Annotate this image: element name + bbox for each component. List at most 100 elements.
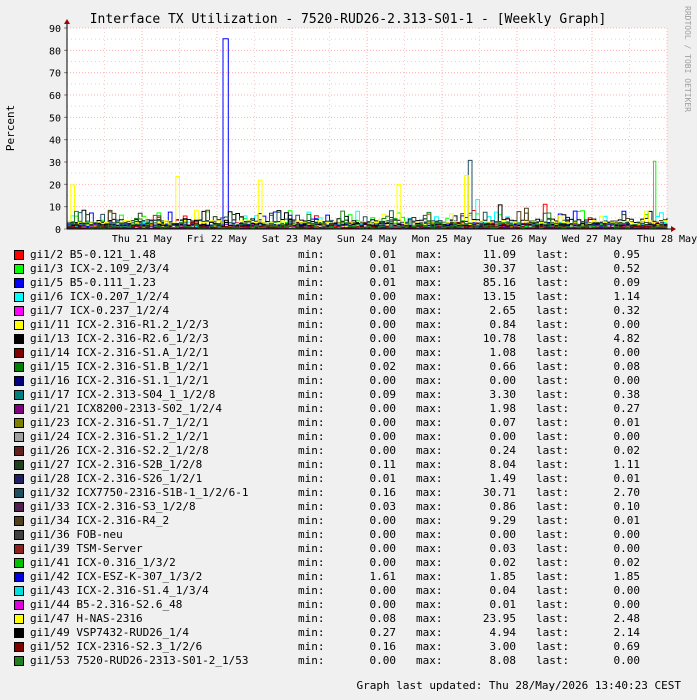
legend-series-name: gi1/21 ICX8200-2313-S02_1/2/4 bbox=[30, 402, 223, 415]
x-tick-label: Fri 22 May bbox=[187, 234, 247, 245]
legend-swatch bbox=[14, 544, 24, 554]
legend-series-name: gi1/13 ICX-2.316-R2.6_1/2/3 bbox=[30, 332, 209, 345]
legend-min-value: 0.27 bbox=[369, 626, 397, 639]
legend-last-label: last: bbox=[536, 584, 570, 597]
legend-max-label: max: bbox=[416, 444, 443, 457]
y-axis-ticks: 0 10 20 30 40 50 60 70 80 90 bbox=[49, 24, 67, 236]
legend-max-label: max: bbox=[416, 486, 443, 499]
legend-min-value: 0.00 bbox=[369, 514, 397, 527]
legend-last-value: 0.00 bbox=[613, 598, 641, 611]
legend-last-value: 0.10 bbox=[613, 500, 641, 513]
legend-last-value: 0.95 bbox=[613, 248, 641, 261]
legend-max-label: max: bbox=[416, 332, 443, 345]
legend-last-label: last: bbox=[536, 626, 570, 639]
legend-min-label: min: bbox=[298, 556, 325, 569]
legend-min-value: 0.08 bbox=[369, 612, 397, 625]
legend-swatch bbox=[14, 390, 24, 400]
legend-max-label: max: bbox=[416, 360, 443, 373]
legend-min-label: min: bbox=[298, 570, 325, 583]
legend-max-value: 9.29 bbox=[489, 514, 517, 527]
legend-series-name: gi1/2 B5-0.121_1.48 bbox=[30, 248, 156, 261]
legend-row: gi1/28 ICX-2.316-S26_1/2/1 min: 0.01 max: 1.… bbox=[14, 472, 684, 486]
legend-row: gi1/49 VSP7432-RUD26_1/4 min: 0.27 max: 4.94… bbox=[14, 626, 684, 640]
legend-series-name: gi1/47 H-NAS-2316 bbox=[30, 612, 143, 625]
legend-row: gi1/42 ICX-ESZ-K-307_1/3/2 min: 1.61 max: 1.… bbox=[14, 570, 684, 584]
legend-last-label: last: bbox=[536, 262, 570, 275]
legend-max-label: max: bbox=[416, 290, 443, 303]
legend-max-value: 1.85 bbox=[489, 570, 517, 583]
legend-swatch bbox=[14, 432, 24, 442]
legend-swatch bbox=[14, 348, 24, 358]
legend-max-value: 0.86 bbox=[489, 500, 517, 513]
last-updated: Graph last updated: Thu 28/May/2026 13:4… bbox=[356, 679, 681, 692]
legend-last-value: 0.02 bbox=[613, 444, 641, 457]
legend-last-label: last: bbox=[536, 486, 570, 499]
y-tick-label: 40 bbox=[49, 136, 61, 147]
legend-last-value: 0.00 bbox=[613, 584, 641, 597]
legend-min-label: min: bbox=[298, 654, 325, 667]
legend-row: gi1/6 ICX-0.207_1/2/4 min: 0.00 max: 13.15 la… bbox=[14, 290, 684, 304]
legend-min-label: min: bbox=[298, 500, 325, 513]
legend-min-label: min: bbox=[298, 332, 325, 345]
legend-min-value: 0.00 bbox=[369, 654, 397, 667]
legend-last-label: last: bbox=[536, 416, 570, 429]
legend-max-value: 0.03 bbox=[489, 542, 517, 555]
legend-max-value: 8.08 bbox=[489, 654, 517, 667]
x-tick-label: Tue 26 May bbox=[487, 234, 547, 245]
legend-last-value: 1.14 bbox=[613, 290, 641, 303]
y-axis-label: Percent bbox=[4, 105, 17, 151]
rrdtool-watermark: RRDTOOL / TOBI OETIKER bbox=[683, 6, 692, 112]
legend-last-label: last: bbox=[536, 346, 570, 359]
legend-min-value: 0.00 bbox=[369, 304, 397, 317]
legend-series-name: gi1/41 ICX-0.316_1/3/2 bbox=[30, 556, 176, 569]
legend-swatch bbox=[14, 250, 24, 260]
legend-max-label: max: bbox=[416, 402, 443, 415]
legend-series-name: gi1/52 ICX-2316-S2.3_1/2/6 bbox=[30, 640, 203, 653]
legend-row: gi1/26 ICX-2.316-S2.2_1/2/8 min: 0.00 max: 0… bbox=[14, 444, 684, 458]
legend-max-value: 30.71 bbox=[482, 486, 516, 499]
legend-last-value: 0.01 bbox=[613, 416, 641, 429]
legend-min-label: min: bbox=[298, 598, 325, 611]
legend-max-label: max: bbox=[416, 430, 443, 443]
legend-last-label: last: bbox=[536, 402, 570, 415]
legend-row: gi1/34 ICX-2.316-R4_2 min: 0.00 max: 9.29 las… bbox=[14, 514, 684, 528]
legend-min-value: 0.00 bbox=[369, 528, 397, 541]
legend-last-value: 0.00 bbox=[613, 430, 641, 443]
legend-last-value: 0.00 bbox=[613, 528, 641, 541]
legend-swatch bbox=[14, 446, 24, 456]
legend-min-label: min: bbox=[298, 388, 325, 401]
legend-max-value: 0.00 bbox=[489, 528, 517, 541]
legend-min-value: 0.00 bbox=[369, 318, 397, 331]
legend-min-label: min: bbox=[298, 626, 325, 639]
legend-min-value: 0.00 bbox=[369, 374, 397, 387]
legend-last-value: 0.52 bbox=[613, 262, 641, 275]
legend-last-label: last: bbox=[536, 360, 570, 373]
legend-row: gi1/17 ICX-2.313-S04_1_1/2/8 min: 0.09 max:… bbox=[14, 388, 684, 402]
legend-min-value: 0.16 bbox=[369, 640, 397, 653]
legend-max-label: max: bbox=[416, 374, 443, 387]
legend-last-label: last: bbox=[536, 472, 570, 485]
legend-last-label: last: bbox=[536, 430, 570, 443]
legend-last-label: last: bbox=[536, 654, 570, 667]
legend-max-label: max: bbox=[416, 304, 443, 317]
legend-min-value: 0.09 bbox=[369, 388, 397, 401]
legend-swatch bbox=[14, 306, 24, 316]
legend-max-value: 0.24 bbox=[489, 444, 517, 457]
legend-max-label: max: bbox=[416, 654, 443, 667]
legend-series-name: gi1/42 ICX-ESZ-K-307_1/3/2 bbox=[30, 570, 203, 583]
y-tick-label: 60 bbox=[49, 91, 61, 102]
legend-row: gi1/21 ICX8200-2313-S02_1/2/4 min: 0.00 max… bbox=[14, 402, 684, 416]
y-tick-label: 20 bbox=[49, 180, 61, 191]
legend-min-label: min: bbox=[298, 612, 325, 625]
legend-swatch bbox=[14, 278, 24, 288]
legend-max-value: 0.66 bbox=[489, 360, 517, 373]
legend-max-value: 0.01 bbox=[489, 598, 517, 611]
legend-last-label: last: bbox=[536, 332, 570, 345]
legend-max-label: max: bbox=[416, 640, 443, 653]
y-axis-arrow bbox=[64, 19, 70, 24]
legend-max-label: max: bbox=[416, 262, 443, 275]
legend-last-label: last: bbox=[536, 318, 570, 331]
legend-last-label: last: bbox=[536, 542, 570, 555]
legend-min-label: min: bbox=[298, 430, 325, 443]
legend-min-value: 0.00 bbox=[369, 556, 397, 569]
